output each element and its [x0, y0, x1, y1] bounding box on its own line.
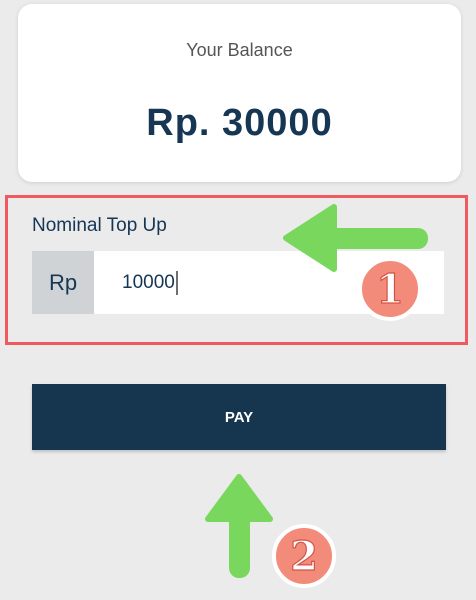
- text-caret: [175, 270, 178, 295]
- topup-amount-input-group[interactable]: Rp 10000: [32, 251, 444, 314]
- step-2-badge: 2: [272, 524, 336, 588]
- pay-button[interactable]: PAY: [32, 384, 446, 450]
- up-arrow-icon: [205, 474, 273, 578]
- balance-label: Your Balance: [186, 40, 293, 60]
- topup-amount-input[interactable]: 10000: [94, 251, 444, 314]
- step-2-number: 2: [290, 533, 318, 580]
- balance-card: Your Balance Rp. 30000: [18, 4, 461, 182]
- balance-amount: Rp. 30000: [146, 102, 333, 144]
- currency-prefix: Rp: [32, 251, 94, 314]
- topup-amount-value: 10000: [122, 271, 175, 293]
- nominal-label: Nominal Top Up: [32, 215, 167, 236]
